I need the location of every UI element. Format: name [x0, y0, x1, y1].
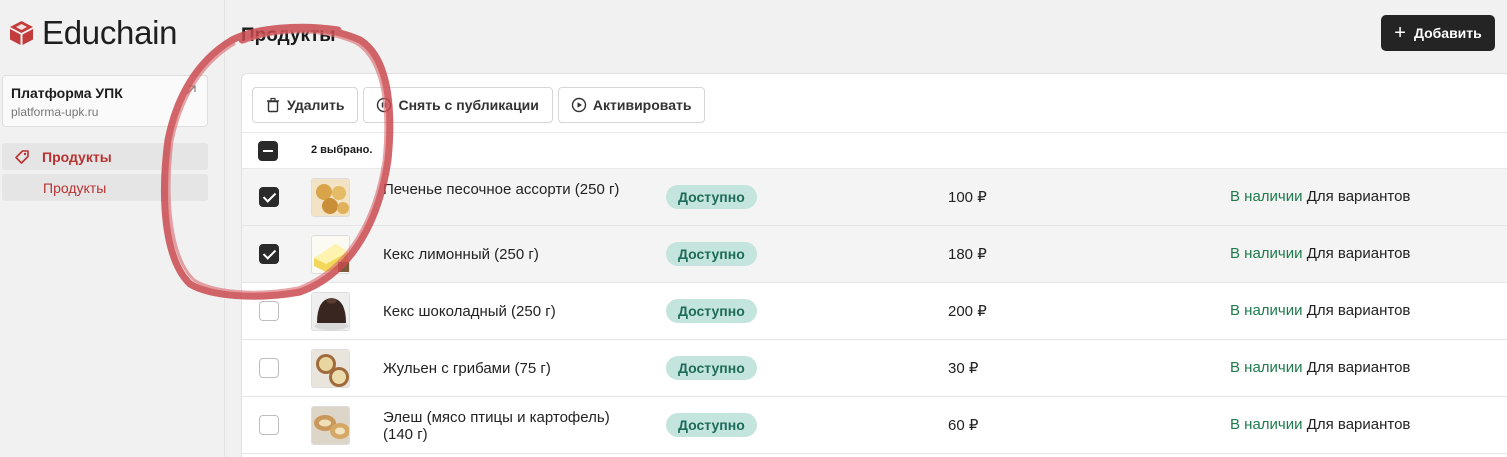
selection-count: 2 выбрано. [311, 144, 373, 156]
product-name[interactable]: Печенье песочное ассорти (250 г) [383, 181, 633, 198]
product-thumbnail [311, 178, 350, 217]
variants-label: Для вариантов [1306, 359, 1411, 376]
store-name: Платформа УПК [11, 85, 123, 101]
status-badge: Доступно [666, 413, 757, 437]
activate-button[interactable]: Активировать [557, 87, 706, 123]
stock-info: В наличии Для вариантов [1230, 302, 1410, 319]
unpublish-button[interactable]: Снять с публикации [363, 87, 553, 123]
product-name[interactable]: Кекс лимонный (250 г) [383, 246, 633, 263]
trash-icon [267, 97, 279, 113]
tag-icon [15, 149, 29, 164]
products-panel: Удалить Снять с публикации Активировать [241, 73, 1507, 457]
product-thumbnail [311, 406, 350, 445]
product-thumbnail [311, 292, 350, 331]
stock-status: В наличии [1230, 359, 1303, 376]
stock-info: В наличии Для вариантов [1230, 416, 1410, 433]
selection-header: 2 выбрано. [242, 132, 1507, 169]
sidebar-subitem-label: Продукты [43, 179, 107, 196]
stock-info: В наличии Для вариантов [1230, 188, 1410, 205]
sidebar-subitem-products[interactable]: Продукты [2, 174, 208, 201]
product-price: 60 ₽ [948, 417, 979, 434]
stock-status: В наличии [1230, 302, 1303, 319]
table-row[interactable]: Кекс лимонный (250 г) Доступно 180 ₽ В н… [242, 226, 1507, 283]
product-price: 30 ₽ [948, 360, 979, 377]
variants-label: Для вариантов [1306, 416, 1411, 433]
sidebar-item-label: Продукты [42, 148, 112, 165]
table-row[interactable]: Кекс шоколадный (250 г) Доступно 200 ₽ В… [242, 283, 1507, 340]
product-thumbnail [311, 235, 350, 274]
status-badge: Доступно [666, 356, 757, 380]
unpublish-button-label: Снять с публикации [398, 97, 539, 113]
store-url: platforma-upk.ru [11, 105, 99, 119]
product-name[interactable]: Жульен с грибами (75 г) [383, 360, 633, 377]
row-checkbox[interactable] [259, 301, 279, 321]
sidebar: Educhain Платформа УПК platforma-upk.ru … [0, 0, 225, 457]
store-switcher[interactable]: Платформа УПК platforma-upk.ru [2, 75, 208, 127]
educhain-logo-icon [10, 21, 33, 45]
play-circle-icon [571, 97, 587, 113]
add-button-label: Добавить [1413, 25, 1482, 41]
stock-status: В наличии [1230, 245, 1303, 262]
status-badge: Доступно [666, 242, 757, 266]
product-price: 200 ₽ [948, 303, 987, 320]
activate-button-label: Активировать [592, 97, 692, 113]
product-price: 100 ₽ [948, 189, 987, 206]
select-all-checkbox[interactable] [258, 141, 278, 161]
add-button[interactable]: + Добавить [1381, 15, 1495, 51]
stock-info: В наличии Для вариантов [1230, 359, 1410, 376]
pause-circle-icon [377, 97, 392, 113]
logo[interactable]: Educhain [9, 14, 178, 51]
stock-info: В наличии Для вариантов [1230, 245, 1410, 262]
variants-label: Для вариантов [1306, 245, 1411, 262]
stock-status: В наличии [1230, 416, 1303, 433]
row-checkbox[interactable] [259, 187, 279, 207]
status-badge: Доступно [666, 299, 757, 323]
external-link-icon[interactable] [185, 84, 197, 96]
product-price: 180 ₽ [948, 246, 987, 263]
variants-label: Для вариантов [1306, 302, 1411, 319]
table-row[interactable]: Элеш (мясо птицы и картофель) (140 г) До… [242, 397, 1507, 454]
table-row[interactable]: Печенье песочное ассорти (250 г) Доступн… [242, 169, 1507, 226]
page-title: Продукты [241, 25, 336, 46]
stock-status: В наличии [1230, 188, 1303, 205]
row-checkbox[interactable] [259, 358, 279, 378]
status-badge: Доступно [666, 185, 757, 209]
app: Educhain Платформа УПК platforma-upk.ru … [0, 0, 1507, 457]
product-name[interactable]: Кекс шоколадный (250 г) [383, 303, 633, 320]
table-row[interactable]: Жульен с грибами (75 г) Доступно 30 ₽ В … [242, 340, 1507, 397]
delete-button-label: Удалить [287, 97, 345, 113]
delete-button[interactable]: Удалить [252, 87, 359, 123]
plus-icon: + [1394, 22, 1406, 44]
product-thumbnail [311, 349, 350, 388]
variants-label: Для вариантов [1306, 188, 1411, 205]
sidebar-item-products[interactable]: Продукты [2, 143, 208, 170]
brand-name: Educhain [42, 14, 178, 51]
row-checkbox[interactable] [259, 415, 279, 435]
row-checkbox[interactable] [259, 244, 279, 264]
bulk-actions-toolbar: Удалить Снять с публикации Активировать [252, 87, 706, 123]
product-name[interactable]: Элеш (мясо птицы и картофель) (140 г) [383, 409, 633, 443]
